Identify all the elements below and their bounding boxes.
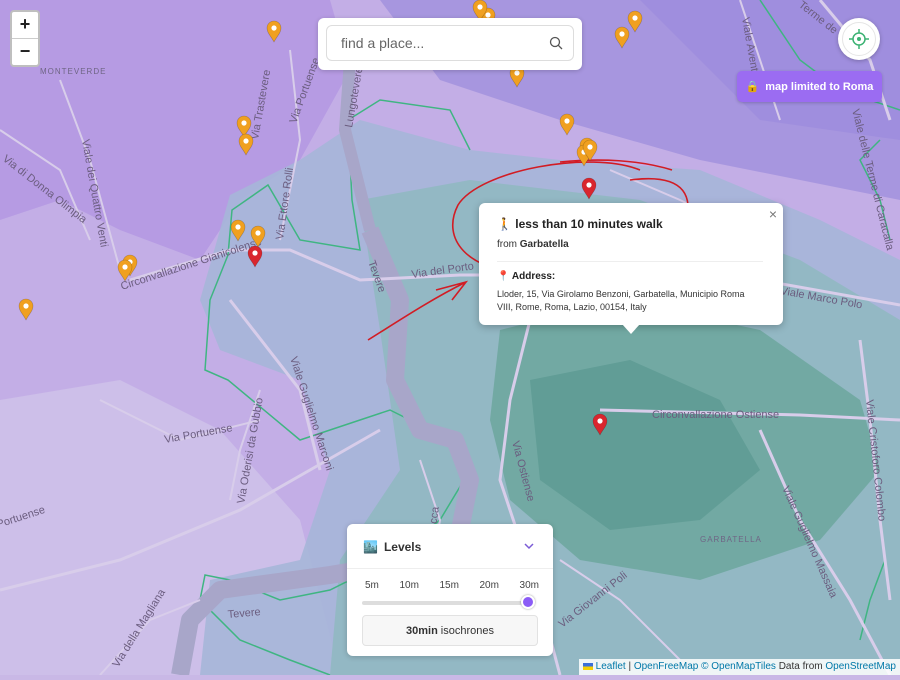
search-card bbox=[318, 18, 582, 70]
walking-person-icon: 🚶 bbox=[497, 217, 512, 231]
data-from-label: Data from bbox=[778, 661, 823, 672]
divider bbox=[347, 568, 553, 569]
lock-icon: 🔒 bbox=[745, 81, 760, 93]
popup-tip bbox=[622, 324, 640, 334]
map-limit-label: map limited to Roma bbox=[765, 80, 874, 93]
openfreemap-link[interactable]: OpenFreeMap bbox=[634, 661, 698, 672]
divider bbox=[497, 261, 763, 262]
level-tick[interactable]: 10m bbox=[399, 580, 418, 591]
level-tick[interactable]: 15m bbox=[439, 580, 458, 591]
search-icon[interactable] bbox=[549, 36, 563, 50]
popup-from: from Garbatella bbox=[497, 239, 569, 250]
search-input[interactable] bbox=[339, 34, 543, 52]
map-attribution: Leaflet | OpenFreeMap © OpenMapTiles Dat… bbox=[578, 659, 900, 675]
map-label: MONTEVERDE bbox=[40, 67, 106, 76]
popup-address: Lloder, 15, Via Girolamo Benzoni, Garbat… bbox=[497, 289, 745, 312]
search-field[interactable] bbox=[326, 25, 574, 61]
zoom-in-button[interactable]: + bbox=[12, 12, 38, 38]
level-slider[interactable] bbox=[362, 601, 530, 605]
level-tick[interactable]: 20m bbox=[480, 580, 499, 591]
level-tick[interactable]: 5m bbox=[365, 580, 379, 591]
ukraine-flag-icon bbox=[582, 662, 593, 670]
level-result-suffix: isochrones bbox=[440, 624, 494, 637]
popup-title-text: less than 10 minutes walk bbox=[515, 217, 663, 231]
zoom-out-button[interactable]: − bbox=[12, 38, 38, 65]
crosshair-icon bbox=[849, 29, 869, 49]
level-result: 30min isochrones bbox=[362, 615, 538, 646]
chevron-down-icon[interactable] bbox=[523, 540, 535, 552]
level-result-value: 30min bbox=[406, 624, 438, 637]
popup-from-label: from bbox=[497, 239, 517, 250]
levels-header[interactable]: 🏙️ Levels bbox=[363, 540, 421, 554]
map-label: GARBATELLA bbox=[700, 535, 762, 544]
leaflet-link[interactable]: Leaflet bbox=[596, 661, 626, 672]
popup-title: 🚶 less than 10 minutes walk bbox=[497, 217, 663, 231]
level-ticks: 5m 10m 15m 20m 30m bbox=[365, 580, 539, 591]
osm-link[interactable]: OpenStreetMap bbox=[825, 661, 896, 672]
popup-address-heading: 📍 Address: bbox=[497, 271, 555, 282]
levels-icon: 🏙️ bbox=[363, 540, 378, 554]
levels-title: Levels bbox=[383, 540, 422, 554]
level-slider-thumb[interactable] bbox=[521, 595, 535, 609]
popup-address-label: Address: bbox=[511, 271, 556, 282]
close-icon[interactable]: × bbox=[769, 206, 777, 222]
openmaptiles-link[interactable]: © OpenMapTiles bbox=[701, 661, 776, 672]
locate-button[interactable] bbox=[838, 18, 880, 60]
map-pin-icon: 📍 bbox=[497, 271, 510, 282]
map-label: Circonvallazione Ostiense bbox=[652, 409, 779, 421]
map-limit-badge: 🔒 map limited to Roma bbox=[737, 71, 882, 102]
levels-panel: 🏙️ Levels 5m 10m 15m 20m 30m 30min isoch… bbox=[347, 524, 553, 656]
level-tick[interactable]: 30m bbox=[520, 580, 539, 591]
isochrone-popup: × 🚶 less than 10 minutes walk from Garba… bbox=[479, 203, 783, 325]
popup-from-place: Garbatella bbox=[519, 239, 569, 250]
zoom-control: + − bbox=[10, 10, 40, 67]
